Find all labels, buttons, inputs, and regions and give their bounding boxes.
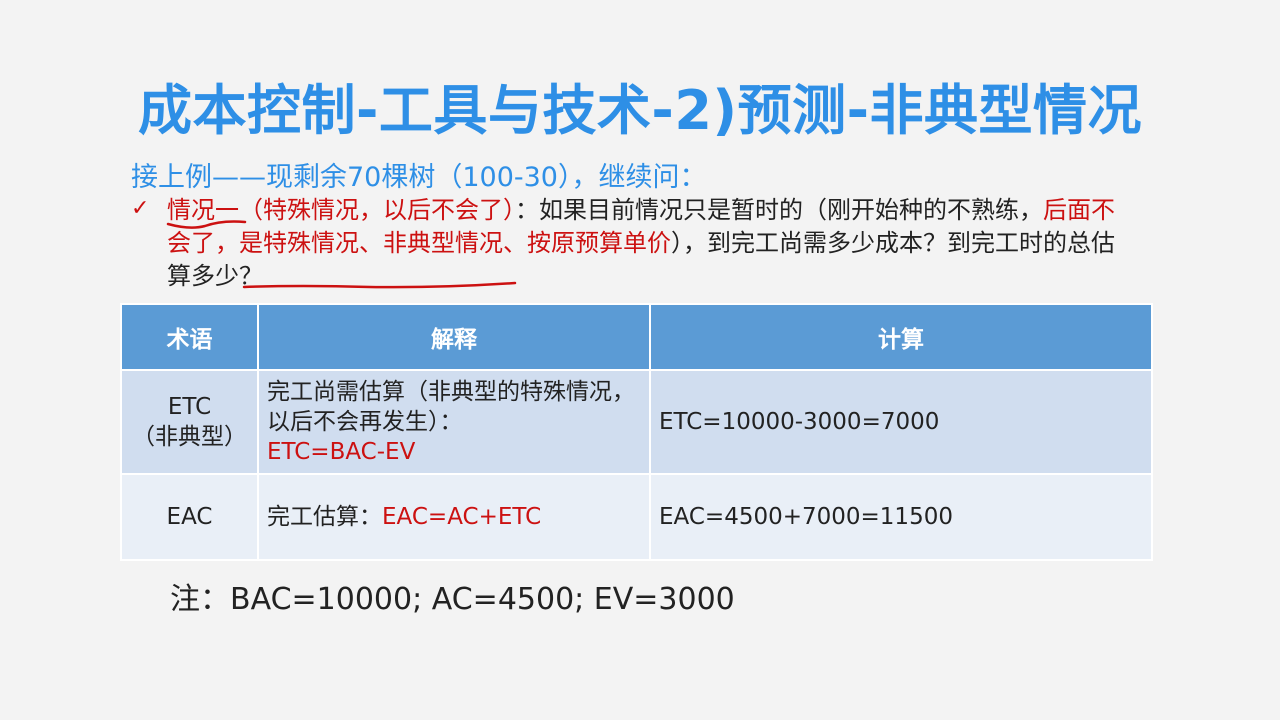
case-text-a: ：如果目前情况只是暂时的（刚开始种的不熟练， <box>515 196 1043 224</box>
explain-formula: EAC=AC+ETC <box>382 504 542 530</box>
explain-text: 完工估算： <box>267 504 382 530</box>
explain-text: 完工尚需估算（非典型的特殊情况，以后不会再发生）： <box>267 379 635 435</box>
header-calc: 计算 <box>649 303 1153 371</box>
term-cell: EAC <box>120 473 259 561</box>
table-row: ETC （非典型） 完工尚需估算（非典型的特殊情况，以后不会再发生）： ETC=… <box>120 369 1153 475</box>
slide-title: 成本控制-工具与技术-2)预测-非典型情况 <box>138 79 1142 142</box>
term-name: EAC <box>166 504 213 530</box>
term-name: ETC <box>167 394 212 420</box>
header-explain: 解释 <box>257 303 651 371</box>
check-icon: ✓ <box>131 196 150 221</box>
footnote: 注：BAC=10000; AC=4500; EV=3000 <box>170 582 735 617</box>
header-term: 术语 <box>120 303 259 371</box>
explain-formula: ETC=BAC-EV <box>267 439 416 465</box>
case-label: 情况一（特殊情况，以后不会了） <box>167 196 515 224</box>
term-sub: （非典型） <box>132 424 247 450</box>
term-cell: ETC （非典型） <box>120 369 259 475</box>
table-row: EAC 完工估算：EAC=AC+ETC EAC=4500+7000=11500 <box>120 473 1153 561</box>
calc-cell: EAC=4500+7000=11500 <box>649 473 1153 561</box>
calc-cell: ETC=10000-3000=7000 <box>649 369 1153 475</box>
terms-table: 术语 解释 计算 ETC （非典型） 完工尚需估算（非典型的特殊情况，以后不会再… <box>120 303 1153 561</box>
explain-cell: 完工尚需估算（非典型的特殊情况，以后不会再发生）： ETC=BAC-EV <box>257 369 651 475</box>
explain-cell: 完工估算：EAC=AC+ETC <box>257 473 651 561</box>
intro-text: 接上例——现剩余70棵树（100-30），继续问： <box>131 162 707 193</box>
table-header-row: 术语 解释 计算 <box>120 303 1153 371</box>
case-description: 情况一（特殊情况，以后不会了）：如果目前情况只是暂时的（刚开始种的不熟练，后面不… <box>167 194 1127 293</box>
